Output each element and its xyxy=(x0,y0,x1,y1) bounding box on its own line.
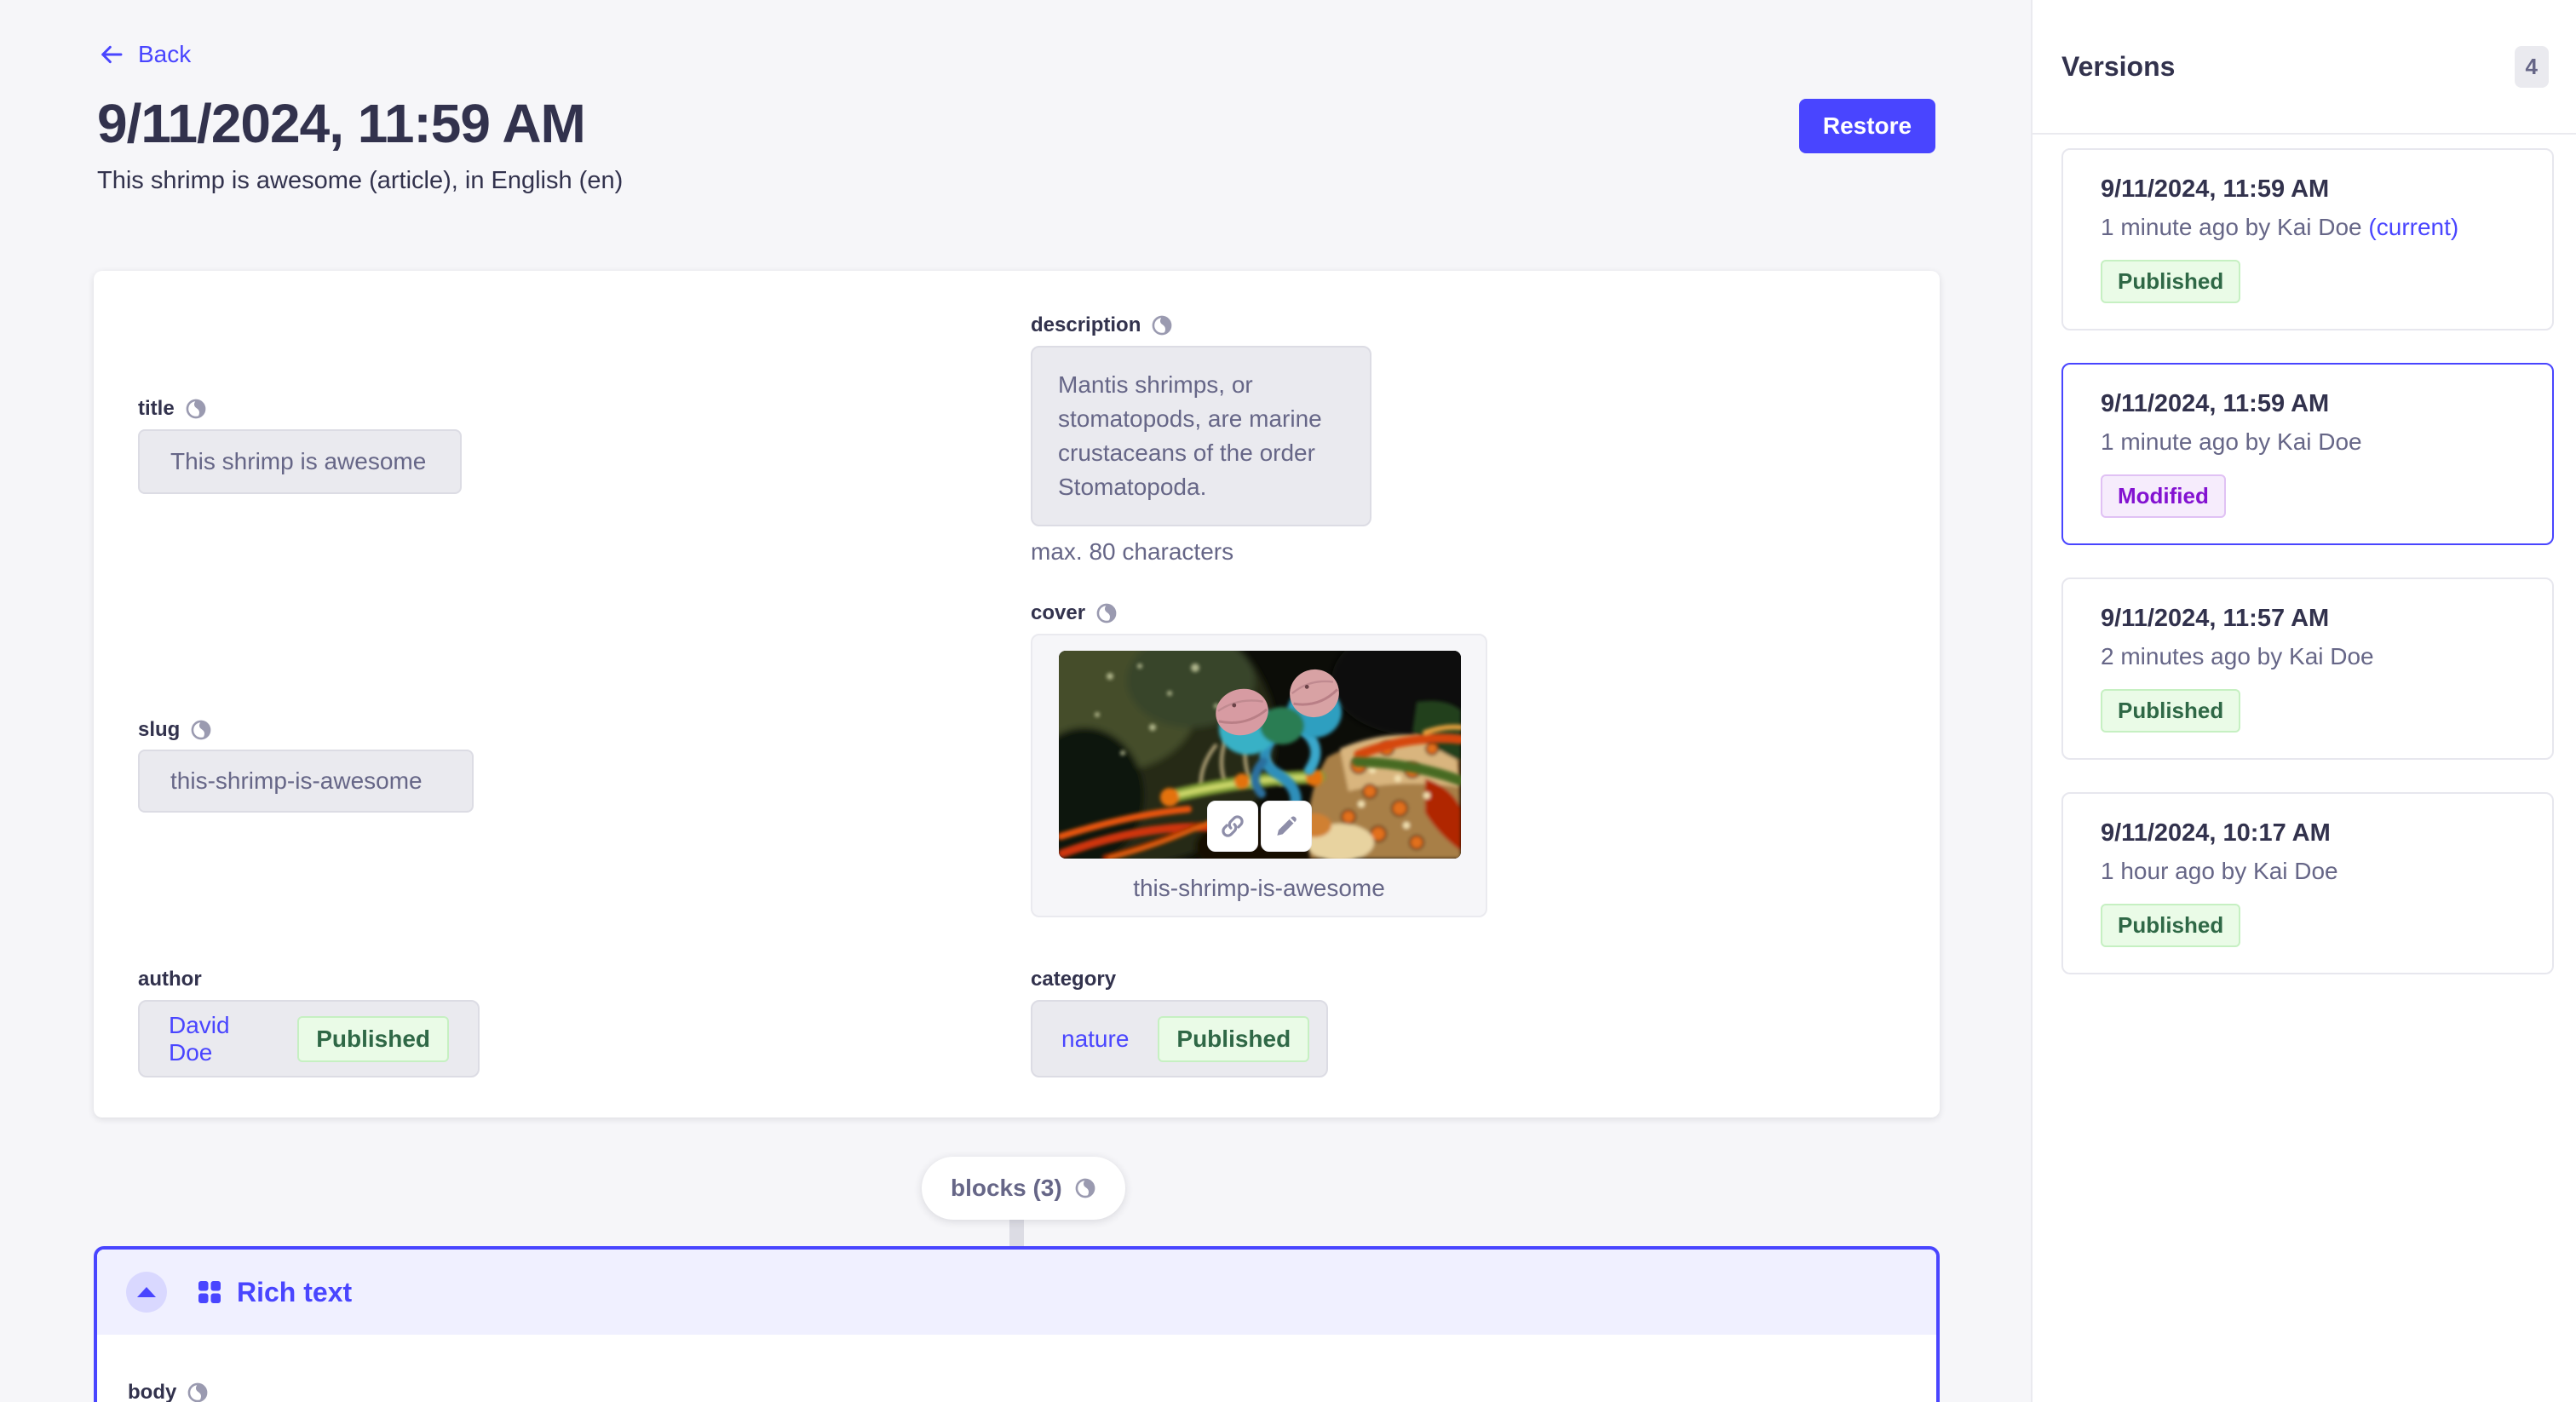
rich-text-title-wrap: Rich text xyxy=(198,1277,352,1308)
category-relation-link[interactable]: nature xyxy=(1061,1026,1129,1053)
author-field-label: author xyxy=(138,968,202,991)
blocks-pill-label: blocks (3) xyxy=(951,1175,1062,1202)
author-relation-link[interactable]: David Doe xyxy=(169,1012,268,1066)
chevron-up-icon xyxy=(137,1287,156,1297)
cover-field-label: cover xyxy=(1031,601,1118,625)
version-meta: 1 minute ago by Kai Doe xyxy=(2101,428,2515,456)
globe-icon xyxy=(1074,1177,1096,1199)
versions-sidebar: Versions 4 9/11/2024, 11:59 AM 1 minute … xyxy=(2031,0,2576,1402)
back-link[interactable]: Back xyxy=(97,41,191,68)
globe-icon xyxy=(185,398,207,420)
category-field-label: category xyxy=(1031,968,1116,991)
globe-icon xyxy=(190,719,212,741)
slug-input[interactable]: this-shrimp-is-awesome xyxy=(138,750,474,813)
author-status-badge: Published xyxy=(297,1016,449,1062)
versions-title: Versions xyxy=(2061,51,2175,83)
version-card[interactable]: 9/11/2024, 10:17 AM 1 hour ago by Kai Do… xyxy=(2061,792,2554,974)
page-title: 9/11/2024, 11:59 AM xyxy=(97,92,585,155)
version-meta: 2 minutes ago by Kai Doe xyxy=(2101,643,2515,670)
rich-text-block-body: body xyxy=(97,1335,1936,1402)
version-status-badge: Published xyxy=(2101,904,2240,947)
rich-text-block: Rich text body xyxy=(94,1246,1940,1402)
back-arrow-icon xyxy=(97,41,124,68)
version-status-badge: Published xyxy=(2101,260,2240,303)
link-icon xyxy=(1219,813,1246,840)
description-hint: max. 80 characters xyxy=(1031,538,1233,566)
rich-text-block-title: Rich text xyxy=(237,1277,352,1308)
body-field-label: body xyxy=(128,1381,1936,1402)
rich-text-block-header[interactable]: Rich text xyxy=(97,1250,1936,1335)
version-meta: 1 minute ago by Kai Doe (current) xyxy=(2101,214,2515,241)
page-subtitle: This shrimp is awesome (article), in Eng… xyxy=(97,167,623,195)
slug-field-label: slug xyxy=(138,718,212,742)
versions-header: Versions 4 xyxy=(2033,0,2576,135)
cover-media-card: this-shrimp-is-awesome xyxy=(1031,634,1487,917)
category-relation-box: nature Published xyxy=(1031,1000,1328,1077)
version-content-card: title This shrimp is awesome description… xyxy=(94,271,1940,1118)
version-card[interactable]: 9/11/2024, 11:59 AM 1 minute ago by Kai … xyxy=(2061,148,2554,330)
collapse-toggle-button[interactable] xyxy=(126,1272,167,1313)
current-version-label[interactable]: (current) xyxy=(2368,214,2458,240)
title-input[interactable]: This shrimp is awesome xyxy=(138,429,462,494)
pencil-icon xyxy=(1273,813,1300,840)
version-status-badge: Modified xyxy=(2101,474,2226,518)
version-meta: 1 hour ago by Kai Doe xyxy=(2101,858,2515,885)
globe-icon xyxy=(187,1382,209,1402)
versions-count-badge: 4 xyxy=(2515,46,2549,88)
description-field-label: description xyxy=(1031,313,1173,337)
main-region: Back 9/11/2024, 11:59 AM This shrimp is … xyxy=(0,0,2031,1402)
version-status-badge: Published xyxy=(2101,689,2240,733)
component-grid-icon xyxy=(198,1280,221,1304)
cover-actions xyxy=(1032,801,1486,852)
version-card[interactable]: 9/11/2024, 11:57 AM 2 minutes ago by Kai… xyxy=(2061,577,2554,760)
category-status-badge: Published xyxy=(1158,1016,1309,1062)
version-date: 9/11/2024, 10:17 AM xyxy=(2101,819,2515,848)
version-date: 9/11/2024, 11:59 AM xyxy=(2101,175,2515,204)
back-label: Back xyxy=(138,41,191,68)
version-date: 9/11/2024, 11:57 AM xyxy=(2101,605,2515,633)
cover-caption: this-shrimp-is-awesome xyxy=(1032,875,1486,902)
blocks-field-pill[interactable]: blocks (3) xyxy=(922,1157,1125,1220)
author-relation-box: David Doe Published xyxy=(138,1000,480,1077)
globe-icon xyxy=(1095,602,1118,624)
copy-link-button[interactable] xyxy=(1207,801,1258,852)
version-card-selected[interactable]: 9/11/2024, 11:59 AM 1 minute ago by Kai … xyxy=(2061,363,2554,545)
description-textarea[interactable]: Mantis shrimps, or stomatopods, are mari… xyxy=(1031,346,1371,526)
version-date: 9/11/2024, 11:59 AM xyxy=(2101,390,2515,418)
versions-list: 9/11/2024, 11:59 AM 1 minute ago by Kai … xyxy=(2033,135,2576,974)
title-field-label: title xyxy=(138,397,207,421)
edit-asset-button[interactable] xyxy=(1261,801,1312,852)
globe-icon xyxy=(1151,314,1173,336)
restore-button[interactable]: Restore xyxy=(1799,99,1935,153)
